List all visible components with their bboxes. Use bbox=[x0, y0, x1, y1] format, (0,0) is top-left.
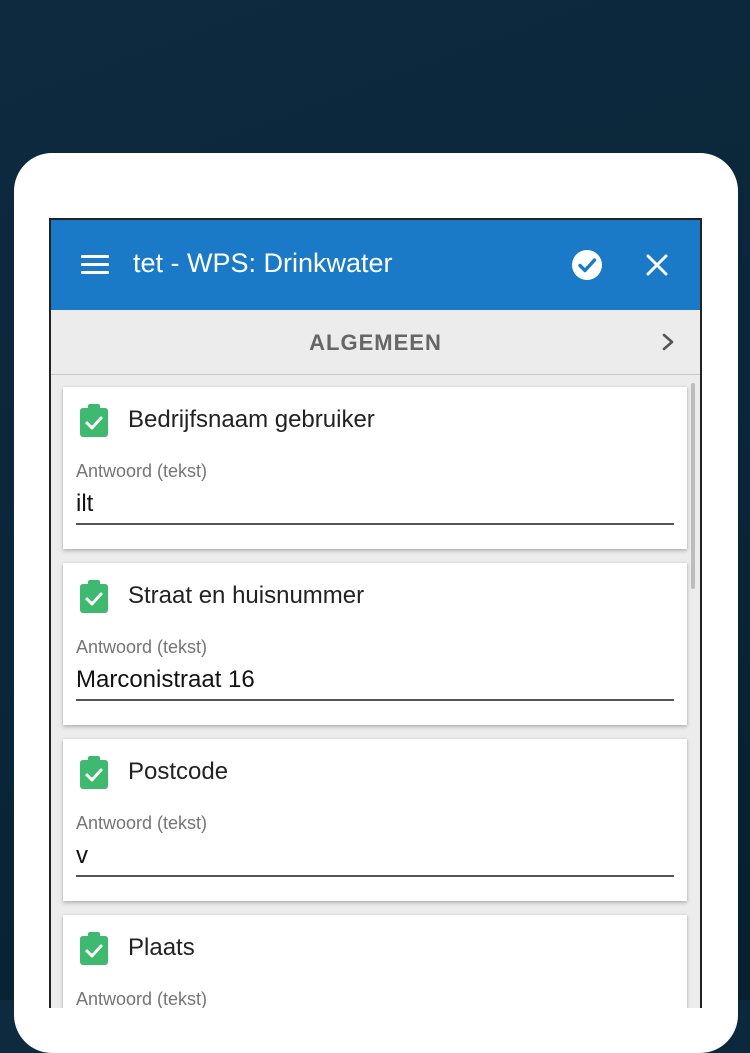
question-card: Bedrijfsnaam gebruiker Antwoord (tekst) … bbox=[63, 387, 687, 549]
question-card: Postcode Antwoord (tekst) v bbox=[63, 739, 687, 901]
clipboard-check-icon bbox=[80, 756, 108, 789]
hamburger-menu-icon[interactable] bbox=[81, 255, 109, 275]
answer-label: Antwoord (tekst) bbox=[76, 989, 208, 1008]
question-card: Straat en huisnummer Antwoord (tekst) Ma… bbox=[63, 563, 687, 725]
input-underline bbox=[76, 699, 674, 701]
clipboard-check-icon bbox=[80, 404, 108, 437]
check-circle-icon[interactable] bbox=[571, 249, 603, 281]
app-screen: tet - WPS: Drinkwater ALGEMEEN Bedrijfsn… bbox=[49, 218, 702, 1008]
clipboard-check-icon bbox=[80, 580, 108, 613]
input-underline bbox=[76, 875, 674, 877]
chevron-right-icon[interactable] bbox=[661, 332, 675, 352]
question-list[interactable]: Bedrijfsnaam gebruiker Antwoord (tekst) … bbox=[51, 375, 700, 1008]
answer-label: Antwoord (tekst) bbox=[76, 813, 208, 833]
section-title: ALGEMEEN bbox=[309, 330, 442, 355]
question-label: Postcode bbox=[128, 758, 229, 785]
close-icon[interactable] bbox=[643, 251, 671, 279]
question-label: Plaats bbox=[128, 934, 195, 961]
answer-label: Antwoord (tekst) bbox=[76, 461, 208, 481]
scrollbar[interactable] bbox=[691, 383, 695, 589]
section-header: ALGEMEEN bbox=[51, 310, 700, 375]
answer-input[interactable]: ilt bbox=[76, 490, 93, 518]
answer-input[interactable]: v bbox=[76, 842, 88, 870]
answer-input[interactable]: Marconistraat 16 bbox=[76, 666, 255, 694]
question-card: Plaats Antwoord (tekst) bbox=[63, 915, 687, 1008]
question-label: Bedrijfsnaam gebruiker bbox=[128, 406, 375, 433]
input-underline bbox=[76, 523, 674, 525]
answer-label: Antwoord (tekst) bbox=[76, 637, 208, 657]
app-bar: tet - WPS: Drinkwater bbox=[51, 220, 700, 310]
page-title: tet - WPS: Drinkwater bbox=[133, 248, 393, 278]
question-label: Straat en huisnummer bbox=[128, 582, 365, 609]
clipboard-check-icon bbox=[80, 932, 108, 965]
